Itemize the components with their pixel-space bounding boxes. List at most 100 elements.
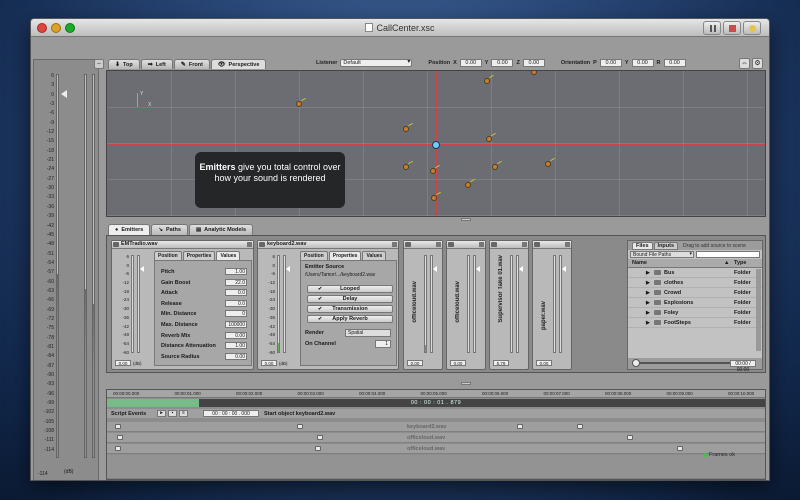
info-icon[interactable] [522, 242, 527, 247]
timeline-track-empty[interactable] [107, 455, 765, 479]
emitter-node[interactable] [296, 101, 302, 107]
play-button[interactable] [743, 21, 761, 35]
emitter-node[interactable] [484, 78, 490, 84]
property-value-input[interactable]: 1.00 [225, 342, 247, 350]
position-z-input[interactable]: 0.00 [522, 59, 545, 67]
emitter-node[interactable] [465, 182, 471, 188]
scene-viewport[interactable]: Y X Emitters give you total control over… [106, 70, 766, 217]
property-value-input[interactable]: 22.0 [225, 278, 247, 286]
position-y-input[interactable]: 0.00 [491, 59, 514, 67]
emitter-node[interactable] [492, 164, 498, 170]
strip-volume-value[interactable]: 0.00 [536, 360, 552, 366]
track-marker[interactable] [117, 435, 123, 440]
strip-volume-handle[interactable] [562, 266, 566, 272]
info-icon[interactable] [247, 242, 252, 247]
tab-left-view[interactable]: ➡ Left [140, 59, 173, 69]
strip-volume-value[interactable]: 5.79 [493, 360, 509, 366]
strip-volume-handle[interactable] [476, 266, 480, 272]
timeline-track[interactable]: officeloud.wav [107, 433, 765, 443]
emitter-node[interactable] [431, 195, 437, 201]
master-volume-handle[interactable] [61, 90, 67, 98]
disclosure-arrow-icon[interactable]: ▶ [646, 270, 650, 276]
settings-icon[interactable]: ⚙ [752, 58, 763, 69]
scene-splitter-handle[interactable] [461, 218, 471, 221]
track-marker[interactable] [317, 435, 323, 440]
track-marker[interactable] [677, 446, 683, 451]
track-marker[interactable] [577, 424, 583, 429]
column-type-header[interactable]: Type [734, 260, 746, 266]
file-row[interactable]: ▶ Crowd Folder [628, 288, 762, 298]
disclosure-arrow-icon[interactable]: ▶ [646, 310, 650, 316]
delay-toggle[interactable]: Delay [307, 295, 393, 303]
emitter-node[interactable] [531, 71, 537, 75]
tab-values[interactable]: Values [216, 251, 241, 260]
channel-input[interactable]: 1 [375, 340, 391, 348]
file-row[interactable]: ▶ Bus Folder [628, 268, 762, 278]
strip-volume-value[interactable]: 0.00 [407, 360, 423, 366]
strip-volume-handle[interactable] [140, 266, 144, 272]
emitter-node[interactable] [403, 126, 409, 132]
info-icon[interactable] [392, 242, 397, 247]
listener-node[interactable] [432, 141, 440, 149]
property-value-input[interactable]: 1.00 [225, 268, 247, 275]
bound-paths-select[interactable]: Bound File Paths [630, 251, 694, 258]
column-name-header[interactable]: Name [632, 260, 647, 266]
emitter-node[interactable] [486, 136, 492, 142]
emitter-node[interactable] [545, 161, 551, 167]
file-row[interactable]: ▶ Explosions Folder [628, 298, 762, 308]
info-icon[interactable] [436, 242, 441, 247]
script-list-button[interactable]: ≡ [179, 410, 188, 417]
timeline-ruler[interactable]: 00:00:00.000 00:00:01.000 00:00:02.000 00:0… [107, 390, 765, 398]
strip-volume-value[interactable]: 0.00 [261, 360, 277, 366]
file-search-input[interactable] [696, 251, 760, 258]
disclosure-arrow-icon[interactable]: ▶ [646, 300, 650, 306]
orientation-r-input[interactable]: 0.00 [663, 59, 686, 67]
strip-volume-value[interactable]: 0.00 [450, 360, 466, 366]
position-x-input[interactable]: 0.00 [459, 59, 482, 67]
script-play-button[interactable]: ▸ [157, 410, 166, 417]
fit-view-icon[interactable]: ⇔ [739, 58, 750, 69]
tab-properties[interactable]: Properties [328, 251, 362, 260]
file-row[interactable]: ▶ Foley Folder [628, 308, 762, 318]
track-marker[interactable] [517, 424, 523, 429]
preview-scrubber[interactable] [632, 359, 734, 367]
emitter-node[interactable] [403, 164, 409, 170]
strip-volume-handle[interactable] [519, 266, 523, 272]
timeline-track[interactable]: keyboard2.wav [107, 422, 765, 432]
looped-toggle[interactable]: Looped [307, 285, 393, 293]
file-row[interactable]: ▶ clothes Folder [628, 278, 762, 288]
track-marker[interactable] [115, 424, 121, 429]
property-value-input[interactable]: 0.0 [225, 289, 247, 297]
render-select[interactable]: Spatial [345, 329, 391, 337]
disclosure-arrow-icon[interactable]: ▶ [646, 290, 650, 296]
strip-volume-value[interactable]: 0.00 [115, 360, 131, 366]
tab-files[interactable]: Files [632, 241, 653, 250]
orientation-p-input[interactable]: 0.00 [599, 59, 622, 67]
track-marker[interactable] [315, 446, 321, 451]
pause-button[interactable] [703, 21, 721, 35]
stop-button[interactable] [723, 21, 741, 35]
listener-select[interactable]: Default [340, 59, 413, 67]
playhead-progress[interactable]: 00 : 00 : 01 . 879 [107, 399, 765, 407]
tab-front-view[interactable]: ✎ Front [173, 59, 210, 69]
sort-icon[interactable]: ▲ [724, 260, 729, 266]
emitter-node[interactable] [430, 168, 436, 174]
tab-paths[interactable]: ↘ Paths [151, 224, 188, 235]
tab-position[interactable]: Position [300, 251, 328, 260]
tab-analytic-models[interactable]: ▤ Analytic Models [188, 224, 254, 235]
tab-emitters[interactable]: ● Emitters [108, 224, 151, 235]
disclosure-arrow-icon[interactable]: ▶ [646, 320, 650, 326]
property-value-input[interactable]: 0.00 [225, 331, 247, 339]
transmission-toggle[interactable]: Transmission [307, 305, 393, 313]
tab-top-view[interactable]: ⬇ Top [108, 59, 140, 69]
property-value-input[interactable]: 0 [225, 310, 247, 318]
strip-volume-handle[interactable] [433, 266, 437, 272]
tab-inputs[interactable]: Inputs [653, 241, 679, 250]
info-icon[interactable] [565, 242, 570, 247]
track-marker[interactable] [115, 446, 121, 451]
property-value-input[interactable]: 0.00 [225, 352, 247, 360]
emitter-source-path[interactable]: /Users/Tamor/.../keyboard2.wav [305, 272, 375, 278]
apply-reverb-toggle[interactable]: Apply Reverb [307, 315, 393, 323]
tab-values[interactable]: Values [362, 251, 387, 260]
strip-volume-handle[interactable] [286, 266, 290, 272]
